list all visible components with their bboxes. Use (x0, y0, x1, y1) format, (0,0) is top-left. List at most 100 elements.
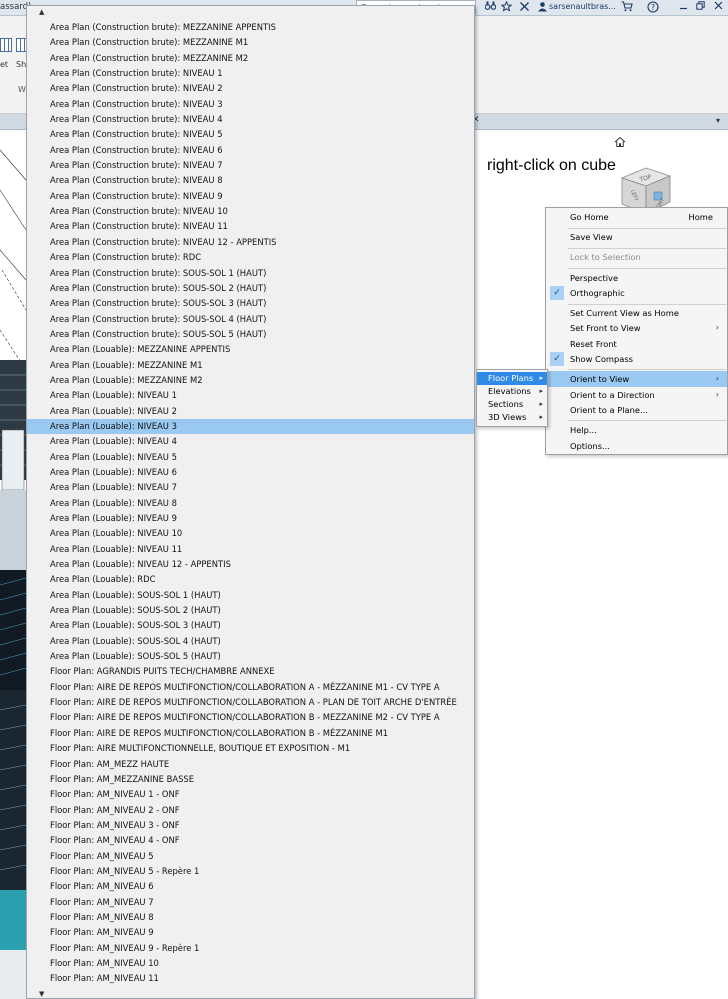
binoculars-icon[interactable] (484, 1, 496, 14)
menu-help[interactable]: Help... (546, 422, 727, 438)
view-list-item[interactable]: Area Plan (Louable): MEZZANINE APPENTIS (27, 342, 474, 357)
view-list-item[interactable]: Area Plan (Construction brute): MEZZANIN… (27, 51, 474, 66)
help-icon[interactable]: ? (646, 1, 660, 14)
minimize-icon[interactable] (678, 1, 688, 14)
view-list-item[interactable]: Area Plan (Louable): NIVEAU 6 (27, 465, 474, 480)
view-list-item[interactable]: Area Plan (Construction brute): SOUS-SOL… (27, 266, 474, 281)
view-list-item[interactable]: Area Plan (Construction brute): NIVEAU 2 (27, 81, 474, 96)
close-icon[interactable] (713, 1, 723, 14)
restore-icon[interactable] (695, 1, 705, 14)
menu-save-view[interactable]: Save View (546, 229, 727, 245)
view-list-item[interactable]: Area Plan (Construction brute): NIVEAU 1… (27, 204, 474, 219)
sheet-button-label[interactable]: Sh (16, 60, 26, 69)
menu-orient-to-view[interactable]: Orient to View › (546, 371, 727, 387)
view-list-item[interactable]: Area Plan (Construction brute): NIVEAU 1 (27, 66, 474, 81)
menu-orthographic[interactable]: ✓ Orthographic (546, 285, 727, 301)
view-list-item[interactable]: Area Plan (Louable): NIVEAU 9 (27, 511, 474, 526)
view-list-item[interactable]: Floor Plan: AM_NIVEAU 7 (27, 895, 474, 910)
menu-options[interactable]: Options... (546, 438, 727, 454)
view-list-item[interactable]: Area Plan (Louable): MEZZANINE M1 (27, 358, 474, 373)
view-list-item[interactable]: Area Plan (Construction brute): NIVEAU 5 (27, 127, 474, 142)
view-list-item[interactable]: Area Plan (Construction brute): NIVEAU 1… (27, 235, 474, 250)
view-list-item[interactable]: Area Plan (Louable): NIVEAU 10 (27, 526, 474, 541)
menu-set-current-view-as-home[interactable]: Set Current View as Home (546, 305, 727, 321)
view-list-item[interactable]: Area Plan (Construction brute): MEZZANIN… (27, 35, 474, 50)
view-list-item[interactable]: Area Plan (Louable): SOUS-SOL 1 (HAUT) (27, 588, 474, 603)
view-list-item[interactable]: Floor Plan: AM_NIVEAU 11 (27, 971, 474, 986)
view-list-item[interactable]: Floor Plan: AM_NIVEAU 10 (27, 956, 474, 971)
menu-orient-to-direction[interactable]: Orient to a Direction › (546, 387, 727, 403)
view-list-item[interactable]: Area Plan (Construction brute): NIVEAU 9 (27, 189, 474, 204)
home-icon[interactable] (614, 136, 626, 148)
view-list-item[interactable]: Area Plan (Construction brute): SOUS-SOL… (27, 312, 474, 327)
view-list-item[interactable]: Area Plan (Louable): NIVEAU 12 - APPENTI… (27, 557, 474, 572)
submenu-3d-views[interactable]: 3D Views ▸ (477, 411, 547, 424)
view-list-item[interactable]: Floor Plan: AM_NIVEAU 1 - ONF (27, 787, 474, 802)
view-list-item[interactable]: Floor Plan: AGRANDIS PUITS TECH/CHAMBRE … (27, 664, 474, 679)
view-list-item[interactable]: Floor Plan: AM_NIVEAU 3 - ONF (27, 818, 474, 833)
menu-perspective[interactable]: Perspective (546, 270, 727, 286)
view-list-item[interactable]: Area Plan (Louable): NIVEAU 11 (27, 542, 474, 557)
menu-orient-to-plane[interactable]: Orient to a Plane... (546, 402, 727, 418)
view-list-item[interactable]: Floor Plan: AIRE DE REPOS MULTIFONCTION/… (27, 695, 474, 710)
menu-reset-front[interactable]: Reset Front (546, 336, 727, 352)
view-list-item[interactable]: Area Plan (Louable): SOUS-SOL 5 (HAUT) (27, 649, 474, 664)
view-list-item[interactable]: Area Plan (Louable): RDC (27, 572, 474, 587)
scroll-up-icon[interactable]: ▲ (39, 8, 44, 16)
view-list-item[interactable]: Area Plan (Construction brute): SOUS-SOL… (27, 327, 474, 342)
view-list-item[interactable]: Floor Plan: AM_NIVEAU 6 (27, 879, 474, 894)
view-list-item[interactable]: Area Plan (Construction brute): RDC (27, 250, 474, 265)
submenu-floor-plans[interactable]: Floor Plans ▸ (477, 372, 547, 385)
view-list-item[interactable]: Area Plan (Construction brute): NIVEAU 1… (27, 219, 474, 234)
view-list-item[interactable]: Floor Plan: AIRE DE REPOS MULTIFONCTION/… (27, 710, 474, 725)
view-list-item[interactable]: Floor Plan: AM_MEZZ HAUTE (27, 757, 474, 772)
view-list-item[interactable]: Area Plan (Louable): SOUS-SOL 2 (HAUT) (27, 603, 474, 618)
scroll-down-icon[interactable]: ▼ (39, 990, 44, 998)
view-list-item[interactable]: Floor Plan: AM_NIVEAU 5 - Repère 1 (27, 864, 474, 879)
view-list-item[interactable]: Floor Plan: AIRE DE REPOS MULTIFONCTION/… (27, 680, 474, 695)
view-list-item[interactable]: Area Plan (Construction brute): MEZZANIN… (27, 20, 474, 35)
view-list-item[interactable]: Area Plan (Construction brute): SOUS-SOL… (27, 296, 474, 311)
model-view-left[interactable] (0, 130, 26, 999)
view-list-item[interactable]: Floor Plan: AM_NIVEAU 9 - Repère 1 (27, 941, 474, 956)
view-dropdown-list[interactable]: ▲ Area Plan (Construction brute): MEZZAN… (26, 5, 475, 999)
view-list-item[interactable]: Area Plan (Louable): SOUS-SOL 3 (HAUT) (27, 618, 474, 633)
view-list-item[interactable]: Area Plan (Louable): NIVEAU 1 (27, 388, 474, 403)
view-list-item[interactable]: Area Plan (Louable): NIVEAU 4 (27, 434, 474, 449)
view-list-item[interactable]: Floor Plan: AIRE DE REPOS MULTIFONCTION/… (27, 726, 474, 741)
user-icon[interactable] (536, 1, 548, 14)
view-list-item[interactable]: Area Plan (Louable): SOUS-SOL 4 (HAUT) (27, 634, 474, 649)
cart-icon[interactable] (620, 1, 634, 14)
ribbon-button-icon[interactable] (0, 38, 12, 52)
view-list-item[interactable]: Floor Plan: AM_NIVEAU 8 (27, 910, 474, 925)
view-list-item[interactable]: Area Plan (Construction brute): NIVEAU 8 (27, 173, 474, 188)
view-list-item[interactable]: Area Plan (Louable): NIVEAU 8 (27, 496, 474, 511)
view-list-item[interactable]: Area Plan (Louable): NIVEAU 2 (27, 404, 474, 419)
menu-show-compass[interactable]: ✓ Show Compass (546, 351, 727, 367)
submenu-elevations[interactable]: Elevations ▸ (477, 385, 547, 398)
view-list-item[interactable]: Area Plan (Construction brute): SOUS-SOL… (27, 281, 474, 296)
view-list-item[interactable]: Area Plan (Construction brute): NIVEAU 7 (27, 158, 474, 173)
submenu-sections[interactable]: Sections ▸ (477, 398, 547, 411)
view-list-item[interactable]: Floor Plan: AIRE MULTIFONCTIONNELLE, BOU… (27, 741, 474, 756)
view-list-item[interactable]: Floor Plan: AM_NIVEAU 9 (27, 925, 474, 940)
view-list-item[interactable]: Floor Plan: AM_NIVEAU 5 (27, 849, 474, 864)
menu-set-front-to-view[interactable]: Set Front to View › (546, 320, 727, 336)
ribbon-button-label[interactable]: et (0, 60, 8, 69)
view-list-item[interactable]: Area Plan (Louable): MEZZANINE M2 (27, 373, 474, 388)
menu-go-home[interactable]: Go Home Home (546, 209, 727, 225)
menu-label: Set Front to View (570, 323, 641, 333)
view-list-item[interactable]: Area Plan (Construction brute): NIVEAU 3 (27, 97, 474, 112)
view-list-item[interactable]: Area Plan (Construction brute): NIVEAU 6 (27, 143, 474, 158)
view-list-item[interactable]: Floor Plan: AM_NIVEAU 4 - ONF (27, 833, 474, 848)
view-list-item[interactable]: Area Plan (Construction brute): NIVEAU 4 (27, 112, 474, 127)
view-list-item[interactable]: Area Plan (Louable): NIVEAU 7 (27, 480, 474, 495)
view-list-item[interactable]: Area Plan (Louable): NIVEAU 3 (27, 418, 474, 435)
view-list-item[interactable]: Floor Plan: AM_NIVEAU 2 - ONF (27, 803, 474, 818)
panel-menu-icon[interactable]: ▾ (716, 116, 720, 125)
view-list-item[interactable]: Floor Plan: AM_MEZZANINE BASSE (27, 772, 474, 787)
communication-icon[interactable] (518, 1, 530, 14)
view-list-item[interactable]: Area Plan (Louable): NIVEAU 5 (27, 450, 474, 465)
favorites-icon[interactable] (499, 0, 513, 14)
user-name[interactable]: sarsenaultbras... (549, 2, 616, 11)
